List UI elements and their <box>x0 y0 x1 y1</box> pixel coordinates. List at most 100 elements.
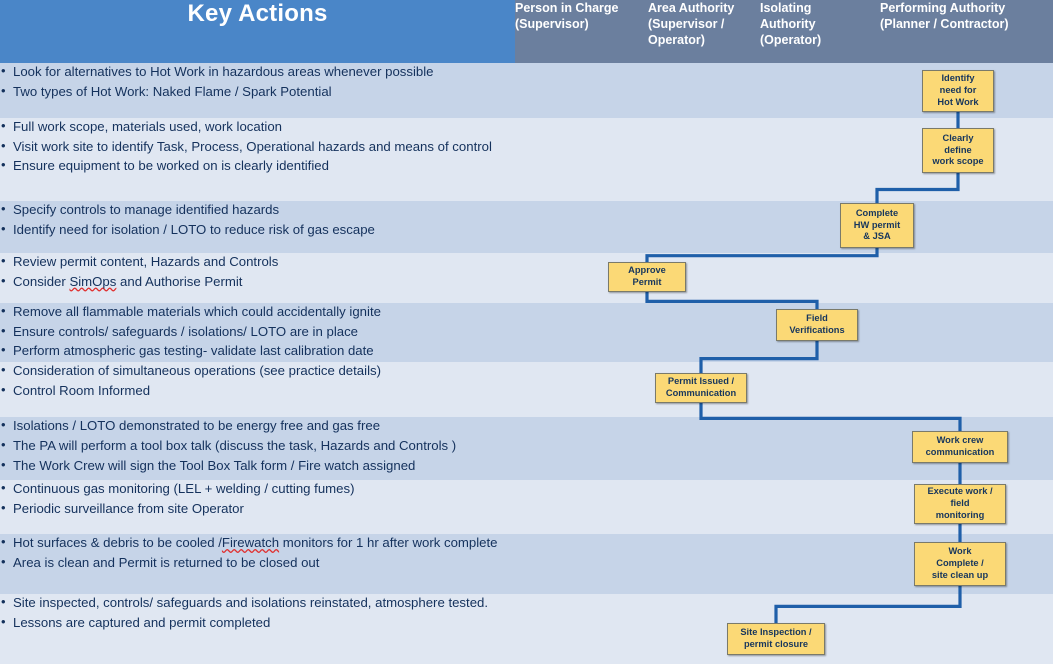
lane-cell <box>760 417 880 481</box>
header-role-line: Operator) <box>648 33 705 47</box>
bullet-item: Periodic surveillance from site Operator <box>0 499 515 519</box>
bullet-list: Remove all flammable materials which cou… <box>0 302 515 361</box>
flow-node-execute-work[interactable]: Execute work / field monitoring <box>914 484 1006 524</box>
flow-node-define-scope[interactable]: Clearly define work scope <box>922 128 994 173</box>
flow-node-line: field <box>950 498 970 509</box>
bullet-item: Continuous gas monitoring (LEL + welding… <box>0 479 515 499</box>
key-actions-cell: Continuous gas monitoring (LEL + welding… <box>0 479 515 535</box>
flow-node-work-complete[interactable]: Work Complete / site clean up <box>914 542 1006 586</box>
lane-cell <box>515 118 648 201</box>
flow-node-label: Work crew communication <box>913 435 1007 459</box>
flow-node-line: Clearly <box>942 132 974 143</box>
flow-node-label: Site Inspection / permit closure <box>728 627 824 651</box>
bullet-item: Isolations / LOTO demonstrated to be ene… <box>0 416 515 436</box>
flow-node-site-inspection[interactable]: Site Inspection / permit closure <box>727 623 825 655</box>
flow-node-line: Complete <box>855 207 899 218</box>
table-row: Remove all flammable materials which cou… <box>0 302 1053 363</box>
flow-node-label: Permit Issued / Communication <box>656 376 746 400</box>
flow-node-line: need for <box>939 85 977 96</box>
lane-cell <box>515 303 648 363</box>
lane-cell <box>648 480 760 535</box>
header-role-line: Performing Authority <box>880 1 1006 15</box>
bullet-list: Full work scope, materials used, work lo… <box>0 117 515 176</box>
flow-node-line: Identify <box>941 73 975 84</box>
bullet-item: Ensure controls/ safeguards / isolations… <box>0 322 515 342</box>
lane-cell <box>760 480 880 535</box>
flow-node-line: Site Inspection / <box>740 627 812 638</box>
flow-node-label: Complete HW permit & JSA <box>841 208 913 243</box>
table-row: Full work scope, materials used, work lo… <box>0 117 1053 201</box>
lane-cell <box>648 417 760 481</box>
lane-cell <box>760 63 880 118</box>
header-isolating-authority: Isolating Authority (Operator) <box>760 0 880 63</box>
flow-node-identify-need[interactable]: Identify need for Hot Work <box>922 70 994 112</box>
flow-node-line: Permit <box>632 277 662 287</box>
bullet-list: Isolations / LOTO demonstrated to be ene… <box>0 416 515 476</box>
flow-node-line: Approve <box>628 265 666 276</box>
bullet-list: Specify controls to manage identified ha… <box>0 200 515 240</box>
key-actions-cell: Look for alternatives to Hot Work in haz… <box>0 62 515 118</box>
flow-node-label: Field Verifications <box>777 313 857 337</box>
bullet-list: Continuous gas monitoring (LEL + welding… <box>0 479 515 519</box>
flow-node-work-crew-comm[interactable]: Work crew communication <box>912 431 1008 463</box>
lane-cell <box>760 253 880 303</box>
bullet-item: The Work Crew will sign the Tool Box Tal… <box>0 456 515 476</box>
flow-node-line: define <box>944 144 972 155</box>
lane-cell <box>515 417 648 481</box>
key-actions-table: Key Actions Person in Charge (Supervisor… <box>0 0 1053 664</box>
lane-cell <box>515 63 648 118</box>
misspelled-word: Firewatch <box>221 535 280 551</box>
header-role-line: (Supervisor) <box>515 17 589 31</box>
flow-node-complete-permit-jsa[interactable]: Complete HW permit & JSA <box>840 203 914 248</box>
lane-cell <box>760 534 880 595</box>
flow-node-approve-permit[interactable]: Approve Permit <box>608 262 686 292</box>
header-role-line: (Operator) <box>760 33 822 47</box>
key-actions-cell: Full work scope, materials used, work lo… <box>0 117 515 201</box>
flow-node-permit-issued[interactable]: Permit Issued / Communication <box>655 373 747 403</box>
bullet-item: Hot surfaces & debris to be cooled /Fire… <box>0 533 515 553</box>
header-person-in-charge: Person in Charge (Supervisor) <box>515 0 648 63</box>
table-row: Continuous gas monitoring (LEL + welding… <box>0 479 1053 535</box>
bullet-item: Consider SimOps and Authorise Permit <box>0 272 515 292</box>
lane-cell <box>880 594 1053 664</box>
flow-node-line: communication <box>925 447 995 457</box>
bullet-item: Consideration of simultaneous operations… <box>0 361 515 381</box>
flow-node-field-verifications[interactable]: Field Verifications <box>776 309 858 341</box>
header-role-line: Authority <box>760 17 816 31</box>
lane-cell <box>648 63 760 118</box>
lane-cell <box>648 303 760 363</box>
flow-node-label: Clearly define work scope <box>923 133 993 168</box>
flow-node-label: Approve Permit <box>609 265 685 289</box>
key-actions-cell: Review permit content, Hazards and Contr… <box>0 252 515 303</box>
flow-node-line: Verifications <box>789 325 845 335</box>
lane-cell <box>880 303 1053 363</box>
lane-cell <box>760 118 880 201</box>
header-area-authority: Area Authority (Supervisor / Operator) <box>648 0 760 63</box>
flow-node-line: Complete / <box>936 558 984 569</box>
header-role-line: Area Authority <box>648 1 735 15</box>
header-role-line: Person in Charge <box>515 1 619 15</box>
header-role-line: Isolating <box>760 1 812 15</box>
flow-node-line: Permit Issued / <box>667 376 735 387</box>
lane-cell <box>515 480 648 535</box>
bullet-item: Remove all flammable materials which cou… <box>0 302 515 322</box>
table-row: Site inspected, controls/ safeguards and… <box>0 593 1053 664</box>
lane-cell <box>515 201 648 253</box>
bullet-item: Identify need for isolation / LOTO to re… <box>0 220 515 240</box>
lane-cell <box>648 118 760 201</box>
flow-node-line: Work <box>948 546 972 557</box>
header-role-line: (Supervisor / <box>648 17 725 31</box>
bullet-list: Site inspected, controls/ safeguards and… <box>0 593 515 632</box>
key-actions-cell: Specify controls to manage identified ha… <box>0 200 515 253</box>
table-row: Isolations / LOTO demonstrated to be ene… <box>0 416 1053 481</box>
key-actions-cell: Consideration of simultaneous operations… <box>0 361 515 418</box>
bullet-item: Ensure equipment to be worked on is clea… <box>0 156 515 176</box>
bullet-item: Two types of Hot Work: Naked Flame / Spa… <box>0 82 515 102</box>
flow-node-line: Field <box>806 313 828 324</box>
flow-node-line: monitoring <box>935 509 985 520</box>
flow-node-line: HW permit <box>853 219 901 230</box>
bullet-item: Look for alternatives to Hot Work in haz… <box>0 62 515 82</box>
bullet-item: Full work scope, materials used, work lo… <box>0 117 515 137</box>
key-actions-cell: Hot surfaces & debris to be cooled /Fire… <box>0 533 515 595</box>
lane-cell <box>880 362 1053 418</box>
